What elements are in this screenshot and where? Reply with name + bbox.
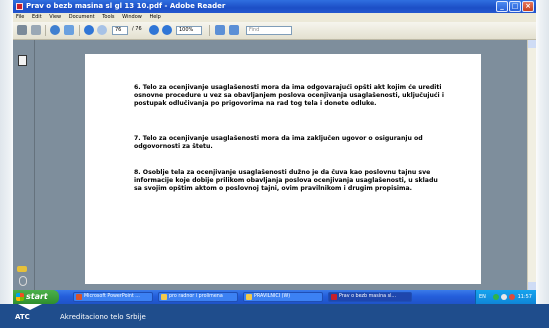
vertical-scrollbar[interactable] [527,40,536,290]
security-icon[interactable] [509,294,515,300]
zoom-in-icon[interactable] [162,25,172,35]
taskbar: start Microsoft PowerPoint ... pro radno… [13,290,536,304]
scroll-up-button[interactable] [528,40,536,48]
print-icon[interactable] [17,25,27,35]
volume-icon[interactable] [501,294,507,300]
zoom-out-icon[interactable] [149,25,159,35]
hand-tool-icon[interactable] [50,25,60,35]
adobe-reader-icon [331,294,337,300]
paragraph-6: 6. Telo za ocenjivanje usaglašenosti mor… [134,84,444,108]
toolbar-separator [45,25,46,36]
minimize-button[interactable]: _ [496,1,508,12]
folder-icon [246,294,252,300]
clock: 11:57 [517,294,532,300]
pdf-page: 6. Telo za ocenjivanje usaglašenosti mor… [85,54,481,284]
footer-notch [18,304,42,310]
menu-window[interactable]: Window [119,13,145,22]
window-controls: _ □ × [496,1,534,12]
email-icon[interactable] [31,25,41,35]
taskbar-item[interactable]: Microsoft PowerPoint ... [73,292,153,302]
page-total-label: / 76 [132,26,142,32]
scroll-down-button[interactable] [528,282,536,290]
menu-edit[interactable]: Edit [29,13,45,22]
maximize-button[interactable]: □ [509,1,521,12]
screen: Prav o bezb masina sl gl 13 10.pdf - Ado… [13,0,536,304]
find-input[interactable]: Find [246,26,292,35]
powerpoint-icon [76,294,82,300]
pages-icon[interactable] [18,55,27,66]
paragraph-7: 7. Telo za ocenjivanje usaglašenosti mor… [134,135,423,151]
previous-page-icon[interactable] [84,25,94,35]
key-icon[interactable] [17,266,27,272]
paragraph-8: 8. Osoblje tela za ocenjivanje usaglašen… [134,169,438,193]
menu-help[interactable]: Help [146,13,163,22]
menu-document[interactable]: Document [66,13,98,22]
toolbar-separator [209,25,210,36]
next-page-icon[interactable] [97,25,107,35]
page-number-input[interactable]: 76 [112,26,128,35]
navigation-panel [13,40,35,290]
menu-tools[interactable]: Tools [99,13,117,22]
document-area: 6. Telo za ocenjivanje usaglašenosti mor… [35,40,528,290]
toolbar-separator [79,25,80,36]
taskbar-item[interactable]: pro radnor i prolimena [158,292,238,302]
toolbar: 76 / 76 100% Find [13,22,536,40]
start-label: start [26,292,48,301]
network-icon[interactable] [493,294,499,300]
taskbar-item-label: pro radnor i prolimena [169,294,223,299]
zoom-select[interactable]: 100% [176,26,202,35]
taskbar-item-active[interactable]: Prav o bezb masina sl... [328,292,412,302]
menu-file[interactable]: File [13,13,27,22]
fit-width-icon[interactable] [229,25,239,35]
folder-icon [161,294,167,300]
taskbar-item-label: Prav o bezb masina sl... [339,294,396,299]
menu-view[interactable]: View [46,13,64,22]
footer-abbreviation: ATC [15,313,30,321]
start-button[interactable]: start [13,290,59,304]
title-bar: Prav o bezb masina sl gl 13 10.pdf - Ado… [13,0,536,13]
footer-bar: ATC Akreditaciono telo Srbije [0,304,549,328]
taskbar-item-label: PRAVILNICI (W) [254,294,291,299]
taskbar-item[interactable]: PRAVILNICI (W) [243,292,323,302]
windows-logo-icon [16,293,24,301]
language-indicator[interactable]: EN [479,290,486,304]
footer-organization: Akreditaciono telo Srbije [60,313,146,321]
attachment-icon[interactable] [19,276,27,286]
system-tray: EN 11:57 [475,290,536,304]
adobe-reader-icon [16,3,23,10]
window-title: Prav o bezb masina sl gl 13 10.pdf - Ado… [26,2,226,10]
taskbar-item-label: Microsoft PowerPoint ... [84,294,140,299]
close-button[interactable]: × [522,1,534,12]
select-tool-icon[interactable] [64,25,74,35]
fit-page-icon[interactable] [215,25,225,35]
